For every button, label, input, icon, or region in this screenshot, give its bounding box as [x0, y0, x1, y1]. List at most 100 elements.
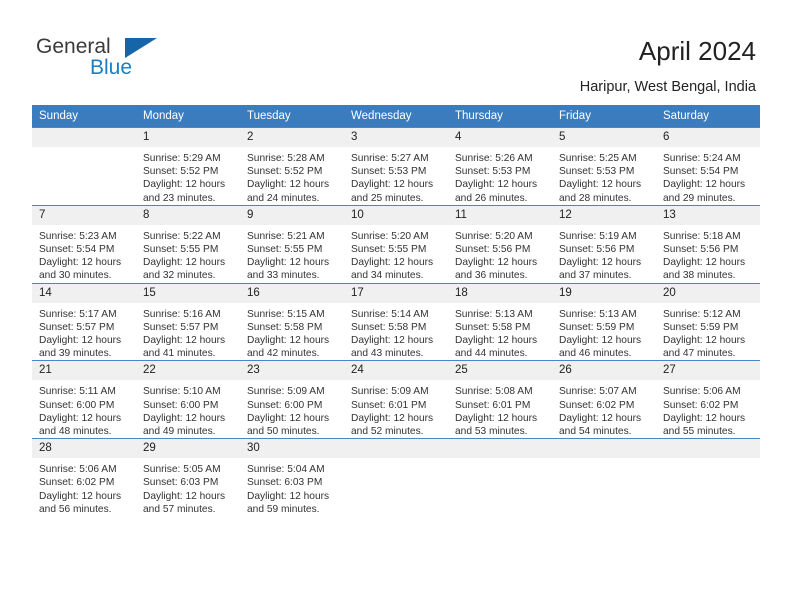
calendar-day-cell[interactable]: 3 Sunrise: 5:27 AM Sunset: 5:53 PM Daylight…: [344, 127, 448, 206]
sunrise-text: Sunrise: 5:26 AM: [455, 153, 533, 164]
day-number: 14: [32, 283, 136, 303]
day-number: 1: [136, 128, 240, 147]
daylight-text-line1: Daylight: 12 hours: [39, 257, 122, 269]
calendar-week-row: 1 Sunrise: 5:29 AM Sunset: 5:52 PM Daylight…: [32, 127, 760, 206]
daylight-text-line1: Daylight: 12 hours: [663, 412, 746, 424]
day-number: [32, 128, 136, 147]
calendar-day-cell[interactable]: 7 Sunrise: 5:23 AM Sunset: 5:54 PM Daylight…: [32, 204, 136, 284]
daylight-text-line2: and 32 minutes.: [143, 270, 216, 282]
day-details: Sunrise: 5:07 AM Sunset: 6:02 PM Daylight:…: [552, 380, 656, 438]
sunset-text: Sunset: 5:53 PM: [351, 166, 427, 178]
calendar-day-cell[interactable]: 20 Sunrise: 5:12 AM Sunset: 5:59 PM Dayligh…: [656, 282, 760, 361]
sunset-text: Sunset: 6:02 PM: [39, 477, 115, 489]
sunset-text: Sunset: 5:55 PM: [351, 244, 427, 256]
daylight-text-line1: Daylight: 12 hours: [663, 257, 746, 269]
daylight-text-line2: and 44 minutes.: [455, 348, 528, 360]
calendar-day-cell[interactable]: 23 Sunrise: 5:09 AM Sunset: 6:00 PM Dayligh…: [240, 360, 344, 439]
day-number: 29: [136, 439, 240, 459]
calendar-day-cell[interactable]: 30 Sunrise: 5:04 AM Sunset: 6:03 PM Dayligh…: [240, 438, 344, 517]
daylight-text-line1: Daylight: 12 hours: [39, 412, 122, 424]
weekday-header-monday: Monday: [136, 105, 240, 128]
calendar-day-cell[interactable]: 29 Sunrise: 5:05 AM Sunset: 6:03 PM Dayligh…: [136, 438, 240, 517]
sunset-text: Sunset: 6:00 PM: [143, 399, 219, 411]
calendar-day-cell[interactable]: 16 Sunrise: 5:15 AM Sunset: 5:58 PM Dayligh…: [240, 282, 344, 361]
calendar-day-cell[interactable]: 2 Sunrise: 5:28 AM Sunset: 5:52 PM Daylight…: [240, 127, 344, 206]
daylight-text-line1: Daylight: 12 hours: [559, 412, 642, 424]
calendar-day-cell-empty: [552, 438, 656, 517]
sunset-text: Sunset: 6:02 PM: [559, 399, 635, 411]
day-details: Sunrise: 5:29 AM Sunset: 5:52 PM Daylight:…: [136, 147, 240, 205]
calendar-day-cell[interactable]: 28 Sunrise: 5:06 AM Sunset: 6:02 PM Dayligh…: [32, 438, 136, 517]
daylight-text-line2: and 30 minutes.: [39, 270, 112, 282]
calendar-day-cell[interactable]: 13 Sunrise: 5:18 AM Sunset: 5:56 PM Dayligh…: [656, 204, 760, 284]
sunset-text: Sunset: 5:59 PM: [663, 321, 739, 333]
calendar-day-cell[interactable]: 1 Sunrise: 5:29 AM Sunset: 5:52 PM Daylight…: [136, 127, 240, 206]
calendar-day-cell[interactable]: 26 Sunrise: 5:07 AM Sunset: 6:02 PM Dayligh…: [552, 360, 656, 439]
calendar-day-cell[interactable]: 10 Sunrise: 5:20 AM Sunset: 5:55 PM Dayligh…: [344, 204, 448, 284]
calendar-day-cell[interactable]: 12 Sunrise: 5:19 AM Sunset: 5:56 PM Dayligh…: [552, 204, 656, 284]
sunrise-text: Sunrise: 5:27 AM: [351, 153, 429, 164]
sunrise-text: Sunrise: 5:24 AM: [663, 153, 741, 164]
daylight-text-line2: and 42 minutes.: [247, 348, 320, 360]
day-number: 2: [240, 128, 344, 147]
daylight-text-line1: Daylight: 12 hours: [39, 335, 122, 347]
calendar-day-cell[interactable]: 25 Sunrise: 5:08 AM Sunset: 6:01 PM Dayligh…: [448, 360, 552, 439]
day-details: Sunrise: 5:21 AM Sunset: 5:55 PM Daylight:…: [240, 225, 344, 283]
daylight-text-line1: Daylight: 12 hours: [559, 257, 642, 269]
daylight-text-line2: and 49 minutes.: [143, 426, 216, 438]
weekday-header-friday: Friday: [552, 105, 656, 128]
calendar-day-cell[interactable]: 4 Sunrise: 5:26 AM Sunset: 5:53 PM Daylight…: [448, 127, 552, 206]
sunrise-text: Sunrise: 5:04 AM: [247, 464, 325, 476]
sunrise-text: Sunrise: 5:08 AM: [455, 386, 533, 398]
day-details: Sunrise: 5:22 AM Sunset: 5:55 PM Daylight:…: [136, 225, 240, 283]
day-details: Sunrise: 5:06 AM Sunset: 6:02 PM Daylight:…: [656, 380, 760, 438]
calendar-day-cell[interactable]: 9 Sunrise: 5:21 AM Sunset: 5:55 PM Daylight…: [240, 204, 344, 284]
calendar-day-cell[interactable]: 22 Sunrise: 5:10 AM Sunset: 6:00 PM Dayligh…: [136, 360, 240, 439]
sunset-text: Sunset: 6:02 PM: [663, 399, 739, 411]
calendar-day-cell[interactable]: 24 Sunrise: 5:09 AM Sunset: 6:01 PM Dayligh…: [344, 360, 448, 439]
calendar-week-row: 21 Sunrise: 5:11 AM Sunset: 6:00 PM Dayligh…: [32, 360, 760, 439]
sunset-text: Sunset: 6:01 PM: [351, 399, 427, 411]
sunrise-text: Sunrise: 5:28 AM: [247, 153, 325, 164]
daylight-text-line2: and 43 minutes.: [351, 348, 424, 360]
day-details: Sunrise: 5:13 AM Sunset: 5:59 PM Daylight:…: [552, 303, 656, 361]
page-location: Haripur, West Bengal, India: [579, 79, 756, 95]
calendar-day-cell[interactable]: 17 Sunrise: 5:14 AM Sunset: 5:58 PM Dayligh…: [344, 282, 448, 361]
daylight-text-line1: Daylight: 12 hours: [247, 412, 330, 424]
calendar-day-cell[interactable]: 18 Sunrise: 5:13 AM Sunset: 5:58 PM Dayligh…: [448, 282, 552, 361]
daylight-text-line2: and 29 minutes.: [663, 192, 736, 204]
sunset-text: Sunset: 5:53 PM: [455, 166, 531, 178]
calendar-day-cell-empty: [448, 438, 552, 517]
calendar-day-cell[interactable]: 21 Sunrise: 5:11 AM Sunset: 6:00 PM Dayligh…: [32, 360, 136, 439]
calendar-day-cell[interactable]: 11 Sunrise: 5:20 AM Sunset: 5:56 PM Dayligh…: [448, 204, 552, 284]
sunset-text: Sunset: 5:53 PM: [559, 166, 635, 178]
sunrise-text: Sunrise: 5:05 AM: [143, 464, 221, 476]
day-number: [552, 439, 656, 459]
day-number: 22: [136, 361, 240, 381]
sunrise-text: Sunrise: 5:20 AM: [351, 230, 429, 242]
sunset-text: Sunset: 5:54 PM: [39, 244, 115, 256]
daylight-text-line2: and 24 minutes.: [247, 192, 320, 204]
day-details: Sunrise: 5:26 AM Sunset: 5:53 PM Daylight:…: [448, 147, 552, 205]
calendar-day-cell[interactable]: 14 Sunrise: 5:17 AM Sunset: 5:57 PM Dayligh…: [32, 282, 136, 361]
calendar-day-cell[interactable]: 19 Sunrise: 5:13 AM Sunset: 5:59 PM Dayligh…: [552, 282, 656, 361]
sunrise-text: Sunrise: 5:23 AM: [39, 230, 117, 242]
calendar-day-cell[interactable]: 15 Sunrise: 5:16 AM Sunset: 5:57 PM Dayligh…: [136, 282, 240, 361]
day-number: 30: [240, 439, 344, 459]
day-details: Sunrise: 5:13 AM Sunset: 5:58 PM Daylight:…: [448, 303, 552, 361]
daylight-text-line2: and 47 minutes.: [663, 348, 736, 360]
calendar-grid: Sunday Monday Tuesday Wednesday Thursday…: [32, 105, 760, 517]
daylight-text-line2: and 50 minutes.: [247, 426, 320, 438]
calendar-day-cell[interactable]: 27 Sunrise: 5:06 AM Sunset: 6:02 PM Dayligh…: [656, 360, 760, 439]
calendar-day-cell[interactable]: 8 Sunrise: 5:22 AM Sunset: 5:55 PM Daylight…: [136, 204, 240, 284]
daylight-text-line2: and 57 minutes.: [143, 503, 216, 515]
sunrise-text: Sunrise: 5:10 AM: [143, 386, 221, 398]
day-number: 7: [32, 205, 136, 225]
calendar-day-cell[interactable]: 6 Sunrise: 5:24 AM Sunset: 5:54 PM Daylight…: [656, 127, 760, 206]
day-number: 15: [136, 283, 240, 303]
daylight-text-line2: and 41 minutes.: [143, 348, 216, 360]
sunrise-text: Sunrise: 5:06 AM: [39, 464, 117, 476]
sunset-text: Sunset: 5:56 PM: [455, 244, 531, 256]
day-details: Sunrise: 5:09 AM Sunset: 6:00 PM Daylight:…: [240, 380, 344, 438]
calendar-day-cell[interactable]: 5 Sunrise: 5:25 AM Sunset: 5:53 PM Daylight…: [552, 127, 656, 206]
